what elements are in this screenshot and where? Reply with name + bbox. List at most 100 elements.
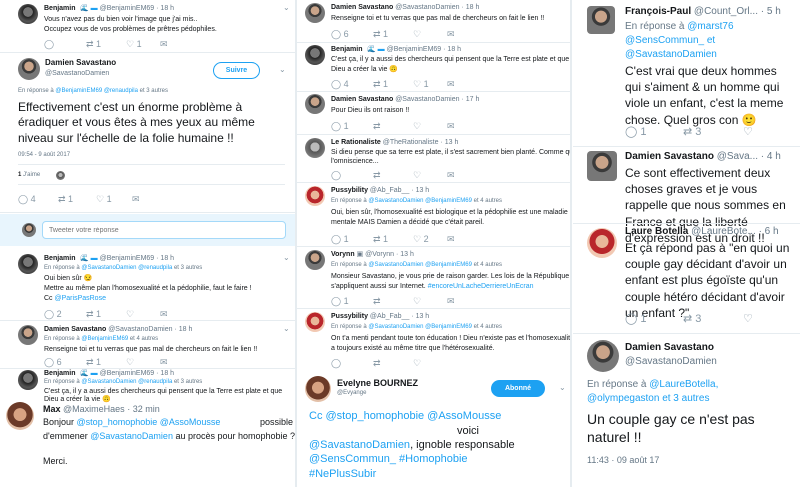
tweet-author[interactable]: Pussybility @Ab_Fab__ · 13 h xyxy=(331,187,429,196)
tweet-author[interactable]: Damien Savastano @SavastanoDamien · 17 h xyxy=(331,96,479,105)
mention-link[interactable]: @SavastanoDamien xyxy=(309,439,410,451)
heart-icon[interactable]: ♡ 1 xyxy=(96,195,112,204)
retweet-icon[interactable]: ⇄ 1 xyxy=(58,195,73,204)
mention-link[interactable]: @BenjaminEM69 @renaudpila xyxy=(55,88,138,94)
retweet-icon[interactable]: ⇄ 3 xyxy=(683,127,701,138)
tweet-author[interactable]: Le Rationaliste @TheRationaliste · 13 h xyxy=(331,139,458,148)
avatar[interactable] xyxy=(305,45,325,65)
avatar[interactable] xyxy=(6,402,34,430)
heart-icon[interactable]: ♡ xyxy=(743,127,753,138)
avatar[interactable] xyxy=(305,186,325,206)
envelope-icon[interactable]: ✉ xyxy=(447,80,455,89)
tweet-author[interactable]: Max @MaximeHaes · 32 min xyxy=(43,404,160,415)
reply-icon[interactable]: ◯ 4 xyxy=(18,195,36,204)
avatar[interactable] xyxy=(305,250,325,270)
tweet-author-handle[interactable]: @Evyange xyxy=(337,390,366,398)
retweet-icon[interactable]: ⇄ xyxy=(373,297,381,306)
heart-icon[interactable]: ♡ xyxy=(413,297,421,306)
mention-link[interactable]: @SavastanoDamien xyxy=(625,49,717,62)
envelope-icon[interactable]: ✉ xyxy=(447,30,455,39)
envelope-icon[interactable]: ✉ xyxy=(160,40,168,49)
chevron-down-icon[interactable]: ⌄ xyxy=(559,384,566,392)
reply-input[interactable] xyxy=(42,221,286,239)
reply-icon[interactable]: ◯ 6 xyxy=(44,358,62,367)
liker-avatar[interactable] xyxy=(56,171,65,180)
mention-link[interactable]: @SensCommun_ et xyxy=(625,35,715,48)
tweet-author-handle[interactable]: 🌊 ▬ @BenjaminEM69 · 18 h xyxy=(80,370,174,379)
reply-icon[interactable]: ◯ 1 xyxy=(331,122,349,131)
tweet-author-name[interactable]: Benjamin xyxy=(44,5,76,14)
retweet-icon[interactable]: ⇄ xyxy=(373,171,381,180)
chevron-down-icon[interactable]: ⌄ xyxy=(283,325,290,333)
chevron-down-icon[interactable]: ⌄ xyxy=(283,4,290,12)
tweet-author-handle[interactable]: 🌊 ▬ @BenjaminEM69 · 18 h xyxy=(80,255,174,264)
tweet-author-name[interactable]: Damien Savastano xyxy=(45,58,116,68)
reply-icon[interactable]: ◯ 1 xyxy=(331,235,349,244)
avatar[interactable] xyxy=(305,376,331,402)
reply-icon[interactable]: ◯ 1 xyxy=(625,127,647,138)
heart-icon[interactable]: ♡ xyxy=(413,359,421,368)
avatar[interactable] xyxy=(305,138,325,158)
heart-icon[interactable]: ♡ 1 xyxy=(413,80,429,89)
avatar[interactable] xyxy=(18,58,40,80)
likes-count[interactable]: 1 J'aime xyxy=(18,172,40,180)
tweet-author[interactable]: François-Paul @Count_Orl... · 5 h xyxy=(625,6,781,19)
avatar[interactable] xyxy=(305,312,325,332)
avatar[interactable] xyxy=(587,151,617,181)
heart-icon[interactable]: ♡ xyxy=(126,310,134,319)
reply-icon[interactable]: ◯ 1 xyxy=(331,297,349,306)
heart-icon[interactable]: ♡ 1 xyxy=(126,40,142,49)
retweet-icon[interactable]: ⇄ 3 xyxy=(683,314,701,325)
reply-icon[interactable]: ◯ xyxy=(331,359,341,368)
tweet-author-handle[interactable]: 🌊 ▬ @BenjaminEM69 · 18 h xyxy=(80,5,174,14)
follow-button[interactable]: Suivre xyxy=(213,62,260,79)
avatar[interactable] xyxy=(18,254,38,274)
tweet-author[interactable]: Laure Botella @LaureBote... · 6 h xyxy=(625,226,779,239)
retweet-icon[interactable]: ⇄ xyxy=(373,359,381,368)
heart-icon[interactable]: ♡ xyxy=(413,30,421,39)
avatar[interactable] xyxy=(587,340,619,372)
retweet-icon[interactable]: ⇄ 1 xyxy=(373,80,388,89)
avatar[interactable] xyxy=(18,325,38,345)
tweet-author-name[interactable]: Damien Savastano xyxy=(625,342,714,355)
heart-icon[interactable]: ♡ xyxy=(743,314,753,325)
mention-link[interactable]: @olympegaston et 3 autres xyxy=(587,393,709,406)
envelope-icon[interactable]: ✉ xyxy=(160,358,168,367)
envelope-icon[interactable]: ✉ xyxy=(447,122,455,131)
reply-icon[interactable]: ◯ xyxy=(331,171,341,180)
tweet-text-line[interactable]: Cc @stop_homophobie @AssoMousse xyxy=(309,410,501,424)
retweet-icon[interactable]: ⇄ 1 xyxy=(86,310,101,319)
tweet-author-handle[interactable]: @SavastanoDamien xyxy=(45,70,109,79)
mention-link[interactable]: @SavastanoDamien xyxy=(90,431,173,441)
avatar[interactable] xyxy=(587,6,615,34)
envelope-icon[interactable]: ✉ xyxy=(132,195,140,204)
heart-icon[interactable]: ♡ xyxy=(413,171,421,180)
avatar[interactable] xyxy=(18,370,38,390)
envelope-icon[interactable]: ✉ xyxy=(160,310,168,319)
reply-icon[interactable]: ◯ 4 xyxy=(331,80,349,89)
envelope-icon[interactable]: ✉ xyxy=(447,235,455,244)
retweet-icon[interactable]: ⇄ xyxy=(373,122,381,131)
reply-icon[interactable]: ◯ 6 xyxy=(331,30,349,39)
tweet-author[interactable]: Damien Savastano @Sava... · 4 h xyxy=(625,151,781,164)
avatar[interactable] xyxy=(305,3,325,23)
retweet-icon[interactable]: ⇄ 1 xyxy=(86,358,101,367)
tweet-evelyne[interactable]: Evelyne BOURNEZ @Evyange Abonné ⌄ Cc @st… xyxy=(297,370,570,487)
following-button[interactable]: Abonné xyxy=(491,380,545,397)
tweet-author[interactable]: Damien Savastano @SavastanoDamien · 18 h xyxy=(331,4,479,13)
tweet-author[interactable]: Damien Savastano @SavastanoDamien · 18 h xyxy=(44,326,192,335)
reply-icon[interactable]: ◯ 1 xyxy=(625,314,647,325)
tweet-text-line[interactable]: #NePlusSubir xyxy=(309,468,376,482)
tweet-author[interactable]: Pussybility @Ab_Fab__ · 13 h xyxy=(331,313,429,322)
mention-link[interactable]: @ParisPasRose xyxy=(55,295,106,302)
mention-link[interactable]: @stop_homophobie @AssoMousse xyxy=(77,417,221,427)
avatar[interactable] xyxy=(587,228,617,258)
chevron-down-icon[interactable]: ⌄ xyxy=(279,66,286,74)
tweet-timestamp[interactable]: 11:43 · 09 août 17 xyxy=(587,455,659,466)
retweet-icon[interactable]: ⇄ 1 xyxy=(373,235,388,244)
heart-icon[interactable]: ♡ 2 xyxy=(413,235,429,244)
tweet-author-name[interactable]: Benjamin xyxy=(331,46,363,55)
reply-icon[interactable]: ◯ xyxy=(44,40,54,49)
tweet-author-name[interactable]: Benjamin xyxy=(44,370,76,379)
envelope-icon[interactable]: ✉ xyxy=(447,297,455,306)
